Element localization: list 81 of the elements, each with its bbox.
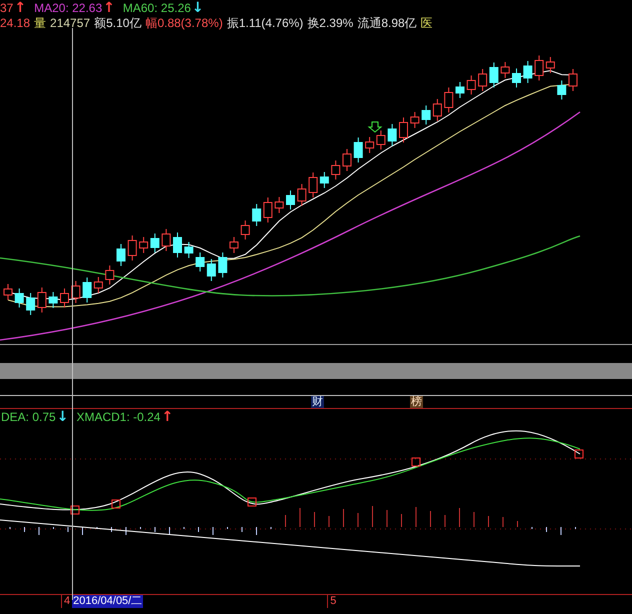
candle	[489, 62, 498, 88]
candle	[14, 288, 24, 308]
indicator-value: MA20: 22.63	[34, 0, 102, 14]
candle	[71, 280, 80, 304]
quote-value: 额5.10亿	[94, 16, 142, 30]
candle	[116, 244, 126, 266]
candle	[128, 235, 137, 261]
candle	[60, 288, 69, 308]
candle	[26, 292, 36, 316]
macd-value: DEA: 0.75	[1, 410, 56, 424]
macd-value: XMACD1: -0.24	[76, 410, 160, 424]
trend-arrow: ↓	[56, 410, 68, 424]
candle	[173, 232, 182, 258]
signal-marker	[248, 498, 256, 506]
candle	[365, 136, 374, 154]
candle	[240, 220, 250, 240]
quote-value: 214757	[50, 16, 90, 30]
trend-arrow: ↑	[103, 0, 115, 14]
candle	[523, 60, 532, 84]
candle	[422, 105, 431, 125]
candle	[331, 160, 340, 180]
ranking-flag[interactable]: 榜	[410, 396, 423, 408]
quote-value: 流通8.98亿	[357, 16, 417, 30]
candle	[150, 233, 160, 253]
indicator-value: 37	[0, 0, 14, 14]
signal-marker	[574, 450, 584, 458]
signal-marker	[412, 458, 420, 466]
candle	[354, 137, 363, 163]
candle	[512, 68, 521, 88]
candle	[184, 242, 194, 258]
candle	[410, 112, 420, 128]
candle	[308, 172, 318, 198]
signal-marker	[70, 506, 80, 514]
candle	[568, 68, 578, 92]
cursor-date: 2016/04/05/二	[72, 595, 144, 608]
candle	[456, 82, 464, 98]
candle	[297, 184, 306, 206]
quote-value: 换2.39%	[307, 16, 354, 30]
candle	[388, 124, 397, 146]
trend-arrow: ↑	[161, 410, 174, 424]
candle	[274, 196, 284, 214]
candle	[48, 292, 58, 308]
finance-flag[interactable]: 财	[311, 396, 324, 408]
candle	[94, 276, 103, 294]
candle	[534, 55, 544, 81]
quote-value: 幅0.88(3.78%)	[145, 16, 223, 30]
candle	[206, 258, 216, 282]
axis-month: 4	[61, 595, 70, 608]
candle	[139, 236, 148, 254]
candle	[444, 87, 454, 113]
signal-marker	[112, 500, 120, 508]
candle	[82, 277, 92, 303]
candle	[162, 228, 171, 252]
candle	[546, 56, 555, 74]
candle	[376, 130, 386, 150]
candle	[286, 190, 295, 210]
candle	[4, 284, 12, 300]
indicator-value: MA60: 25.26	[122, 0, 191, 14]
candle	[557, 80, 566, 100]
candle	[342, 148, 352, 172]
candle	[196, 252, 205, 272]
candle	[37, 287, 46, 313]
quote-value: 振1.11(4.76%)	[226, 16, 304, 30]
candle	[432, 98, 442, 122]
axis-month: 5	[327, 595, 336, 608]
candle	[218, 252, 228, 278]
candle	[230, 236, 238, 254]
candle	[399, 117, 408, 143]
candle	[478, 68, 488, 92]
trend-arrow: ↑	[14, 0, 26, 14]
down-arrow-icon	[368, 122, 382, 133]
quote-value: 24.18	[0, 16, 30, 30]
trend-arrow: ↓	[192, 0, 204, 14]
candle	[105, 265, 114, 285]
candle	[466, 75, 476, 95]
candle	[320, 172, 329, 188]
candle	[263, 197, 272, 223]
quote-value: 医	[420, 16, 433, 30]
candle	[252, 204, 262, 226]
candle	[500, 62, 510, 78]
quote-value: 量	[34, 16, 46, 30]
